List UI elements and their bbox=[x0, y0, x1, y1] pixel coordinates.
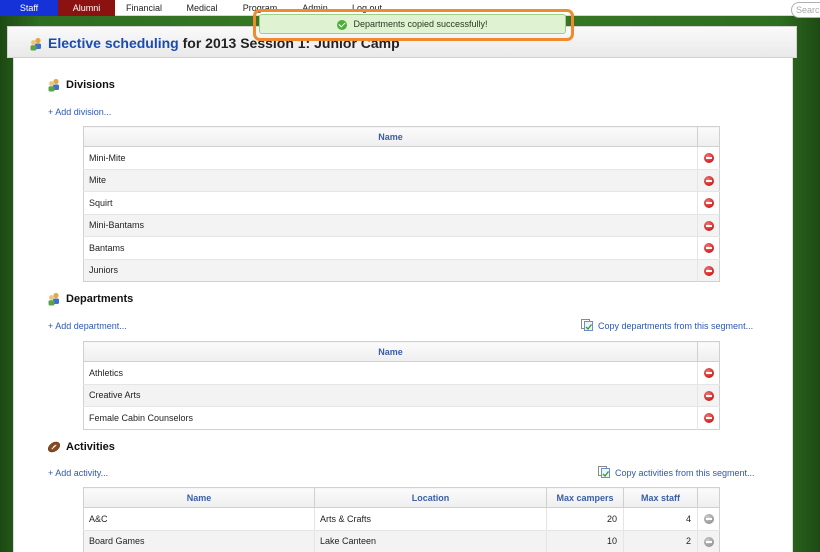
activity-max-campers: 20 bbox=[546, 507, 624, 530]
table-row: Female Cabin Counselors bbox=[83, 406, 720, 429]
table-row: Mini-Mite bbox=[83, 146, 720, 169]
table-row: Bantams bbox=[83, 236, 720, 259]
activity-max-staff: 4 bbox=[623, 507, 698, 530]
activity-max-staff: 2 bbox=[623, 529, 698, 552]
delete-icon[interactable] bbox=[703, 514, 714, 525]
table-row: Mini-Bantams bbox=[83, 213, 720, 237]
copy-departments-link[interactable]: Copy departments from this segment... bbox=[598, 321, 753, 331]
department-name: Creative Arts bbox=[83, 383, 698, 407]
column-header-location[interactable]: Location bbox=[314, 487, 547, 508]
delete-icon[interactable] bbox=[703, 368, 714, 379]
activities-table: Name Location Max campers Max staff A&C … bbox=[83, 487, 720, 552]
copy-icon[interactable] bbox=[598, 466, 610, 478]
column-header-max-staff[interactable]: Max staff bbox=[623, 487, 698, 508]
table-row: Juniors bbox=[83, 258, 720, 282]
table-row: Creative Arts bbox=[83, 383, 720, 407]
success-toast: Departments copied successfully! bbox=[259, 14, 566, 34]
delete-icon[interactable] bbox=[703, 220, 714, 231]
add-department-link[interactable]: + Add department... bbox=[48, 321, 127, 331]
column-header-name[interactable]: Name bbox=[83, 487, 315, 508]
activity-name: A&C bbox=[83, 507, 315, 530]
table-row: Board Games Lake Canteen 10 2 bbox=[83, 529, 720, 552]
activities-title: Activities bbox=[66, 441, 115, 453]
delete-icon[interactable] bbox=[703, 243, 714, 254]
activity-max-campers: 10 bbox=[546, 529, 624, 552]
department-name: Athletics bbox=[83, 361, 698, 384]
nav-tab-staff[interactable]: Staff bbox=[0, 0, 58, 16]
division-name: Mini-Bantams bbox=[83, 213, 698, 237]
copy-icon[interactable] bbox=[581, 319, 593, 331]
delete-icon[interactable] bbox=[703, 198, 714, 209]
division-name: Bantams bbox=[83, 236, 698, 259]
delete-icon[interactable] bbox=[703, 536, 714, 547]
column-header-max-campers[interactable]: Max campers bbox=[546, 487, 624, 508]
people-icon bbox=[30, 37, 41, 51]
column-header-name[interactable]: Name bbox=[83, 341, 698, 362]
division-name: Squirt bbox=[83, 191, 698, 214]
delete-icon[interactable] bbox=[703, 175, 714, 186]
nav-tab-financial[interactable]: Financial bbox=[115, 0, 173, 16]
departments-title: Departments bbox=[66, 293, 134, 305]
division-name: Juniors bbox=[83, 258, 698, 282]
column-header-actions bbox=[697, 341, 720, 362]
search-input[interactable] bbox=[791, 2, 820, 18]
football-icon bbox=[48, 441, 60, 453]
division-name: Mini-Mite bbox=[83, 146, 698, 169]
check-circle-icon bbox=[337, 19, 348, 30]
column-header-name[interactable]: Name bbox=[83, 126, 698, 147]
divisions-title: Divisions bbox=[66, 79, 115, 91]
table-row: Athletics bbox=[83, 361, 720, 384]
add-activity-link[interactable]: + Add activity... bbox=[48, 468, 108, 478]
copy-activities-link[interactable]: Copy activities from this segment... bbox=[615, 468, 755, 478]
table-row: Mite bbox=[83, 168, 720, 192]
elective-scheduling-link[interactable]: Elective scheduling bbox=[48, 35, 179, 51]
delete-icon[interactable] bbox=[703, 153, 714, 164]
people-icon bbox=[48, 78, 59, 92]
people-icon bbox=[48, 292, 59, 306]
column-header-actions bbox=[697, 487, 720, 508]
nav-tab-medical[interactable]: Medical bbox=[173, 0, 231, 16]
column-header-actions bbox=[697, 126, 720, 147]
delete-icon[interactable] bbox=[703, 265, 714, 276]
nav-tab-alumni[interactable]: Alumni bbox=[58, 0, 115, 16]
divisions-table: Name Mini-Mite Mite Squirt Mini-Bantams … bbox=[83, 126, 720, 282]
activity-name: Board Games bbox=[83, 529, 315, 552]
table-row: Squirt bbox=[83, 191, 720, 214]
table-row: A&C Arts & Crafts 20 4 bbox=[83, 507, 720, 530]
delete-icon[interactable] bbox=[703, 390, 714, 401]
delete-icon[interactable] bbox=[703, 413, 714, 424]
add-division-link[interactable]: + Add division... bbox=[48, 107, 111, 117]
division-name: Mite bbox=[83, 168, 698, 192]
activity-location: Arts & Crafts bbox=[314, 507, 547, 530]
departments-table: Name Athletics Creative Arts Female Cabi… bbox=[83, 341, 720, 430]
activity-location: Lake Canteen bbox=[314, 529, 547, 552]
toast-message: Departments copied successfully! bbox=[353, 19, 488, 29]
department-name: Female Cabin Counselors bbox=[83, 406, 698, 429]
